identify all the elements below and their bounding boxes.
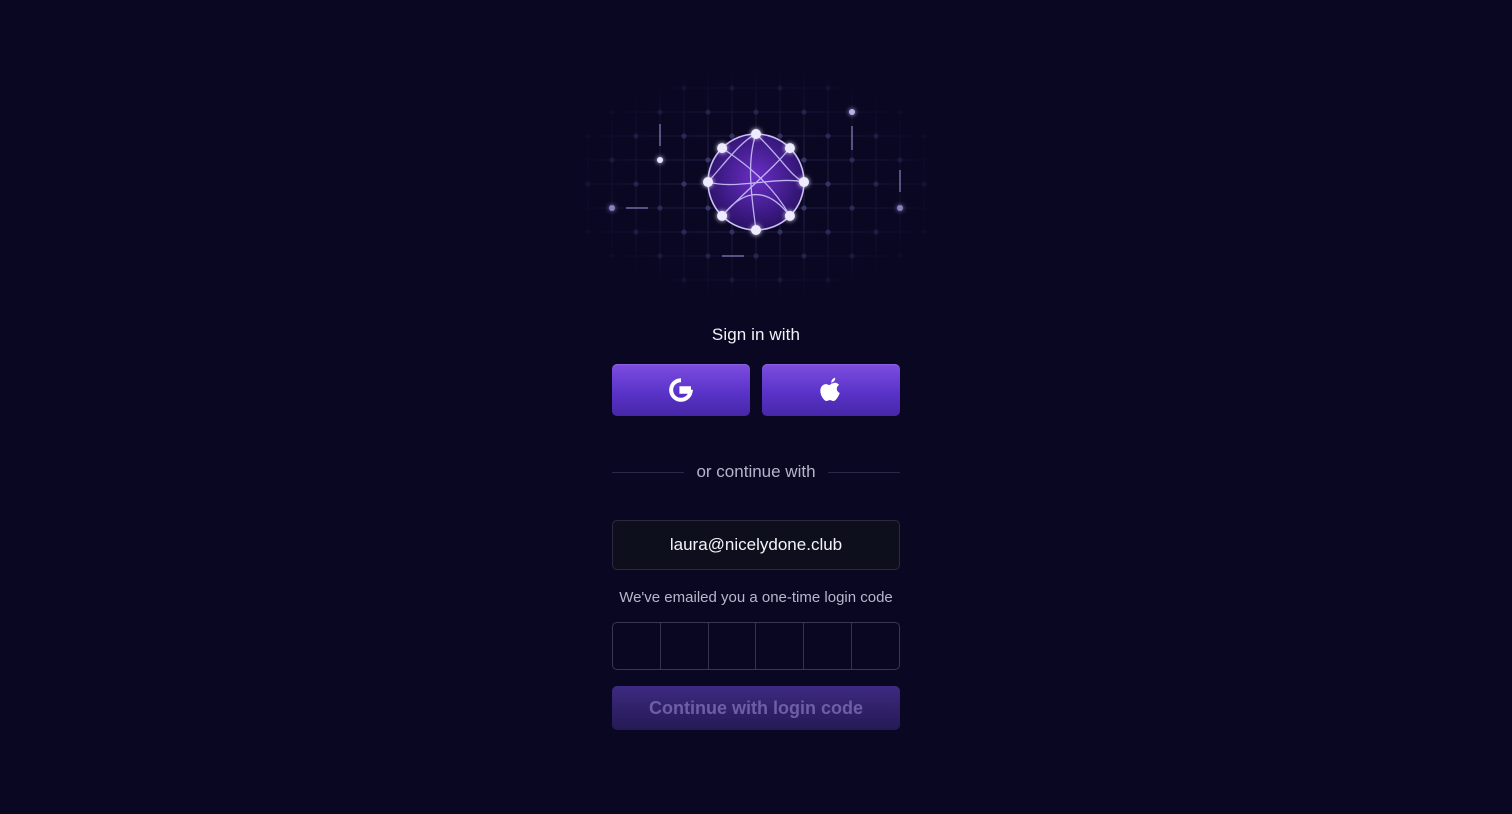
sign-in-heading: Sign in with [711, 325, 801, 344]
code-digit-2[interactable] [661, 623, 709, 669]
or-divider: or continue with [612, 460, 901, 484]
code-sent-notice: We've emailed you a one-time login code [619, 589, 893, 606]
code-digit-5[interactable] [804, 623, 853, 669]
code-digit-3[interactable] [709, 623, 757, 669]
divider-line-right [827, 471, 901, 473]
google-icon [669, 378, 694, 402]
apple-sign-in-button[interactable] [762, 364, 900, 416]
apple-icon [820, 377, 840, 401]
code-digit-4[interactable] [756, 623, 805, 669]
email-field[interactable]: laura@nicelydone.club [612, 520, 900, 570]
network-globe-icon [576, 72, 936, 296]
divider-text: or continue with [696, 462, 816, 481]
code-digit-1[interactable] [613, 623, 661, 669]
google-sign-in-button[interactable] [612, 364, 750, 416]
login-page: Sign in with or continue with laura@nice… [0, 0, 1512, 814]
divider-line-left [612, 471, 685, 473]
login-code-input[interactable] [612, 622, 900, 670]
continue-with-code-button[interactable]: Continue with login code [612, 686, 900, 730]
code-digit-6[interactable] [852, 623, 899, 669]
